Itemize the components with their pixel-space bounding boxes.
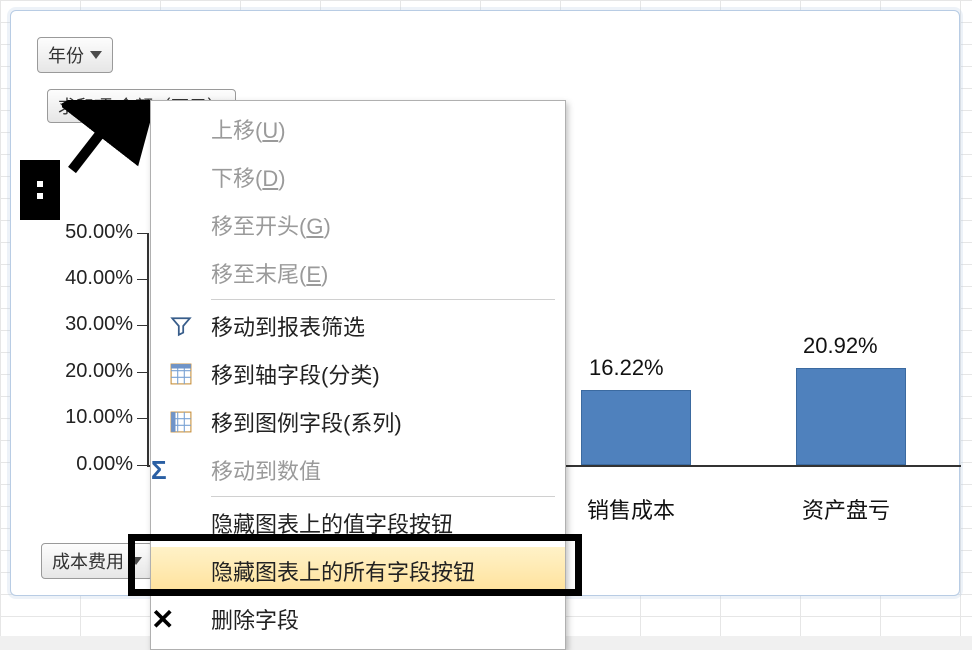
y-tick: [137, 418, 147, 419]
x-icon: ✕: [151, 603, 211, 636]
x-category-label: 资产盘亏: [776, 493, 916, 525]
y-tick-label: 20.00%: [41, 360, 133, 383]
grid-icon: [151, 363, 211, 385]
dropdown-icon: [90, 51, 102, 59]
field-context-menu: 上移(U) 下移(D) 移至开头(G) 移至末尾(E) 移动到报表筛选 移到轴字…: [150, 100, 566, 650]
menu-separator: [211, 496, 555, 497]
y-tick: [137, 325, 147, 326]
y-tick-label: 50.00%: [41, 221, 133, 244]
filter-field-button-year[interactable]: 年份: [37, 37, 113, 73]
bar-label: 20.92%: [803, 333, 878, 359]
y-tick-label: 0.00%: [41, 453, 133, 476]
dropdown-icon: [130, 557, 142, 565]
menu-move-to-values: Σ 移动到数值: [151, 446, 565, 494]
menu-move-to-end: 移至末尾(E): [151, 249, 565, 297]
x-category-label: 销售成本: [561, 493, 701, 525]
y-tick-label: 40.00%: [41, 267, 133, 290]
y-tick: [137, 372, 147, 373]
bar-asset-loss[interactable]: [796, 368, 906, 465]
menu-move-to-report-filter[interactable]: 移动到报表筛选: [151, 302, 565, 350]
y-tick: [137, 465, 147, 466]
menu-move-up: 上移(U): [151, 105, 565, 153]
funnel-icon: [151, 315, 211, 337]
menu-move-down: 下移(D): [151, 153, 565, 201]
menu-hide-all-field-buttons[interactable]: 隐藏图表上的所有字段按钮: [151, 547, 565, 595]
bar-label: 16.22%: [589, 355, 664, 381]
y-tick-label: 10.00%: [41, 406, 133, 429]
row-field-label: 成本费用: [52, 548, 124, 574]
bar-sales-cost[interactable]: [581, 390, 691, 465]
menu-move-to-beginning: 移至开头(G): [151, 201, 565, 249]
y-axis: [147, 233, 149, 465]
filter-field-label: 年份: [48, 42, 84, 68]
y-tick-label: 30.00%: [41, 313, 133, 336]
sigma-icon: Σ: [151, 455, 211, 486]
y-tick: [137, 233, 147, 234]
y-tick: [137, 279, 147, 280]
menu-move-to-axis-fields[interactable]: 移到轴字段(分类): [151, 350, 565, 398]
grid-icon: [151, 411, 211, 433]
annotation-step-box: [20, 160, 60, 220]
menu-hide-value-field-buttons[interactable]: 隐藏图表上的值字段按钮: [151, 499, 565, 547]
menu-move-to-legend-fields[interactable]: 移到图例字段(系列): [151, 398, 565, 446]
row-field-button[interactable]: 成本费用: [41, 543, 153, 579]
menu-separator: [211, 299, 555, 300]
